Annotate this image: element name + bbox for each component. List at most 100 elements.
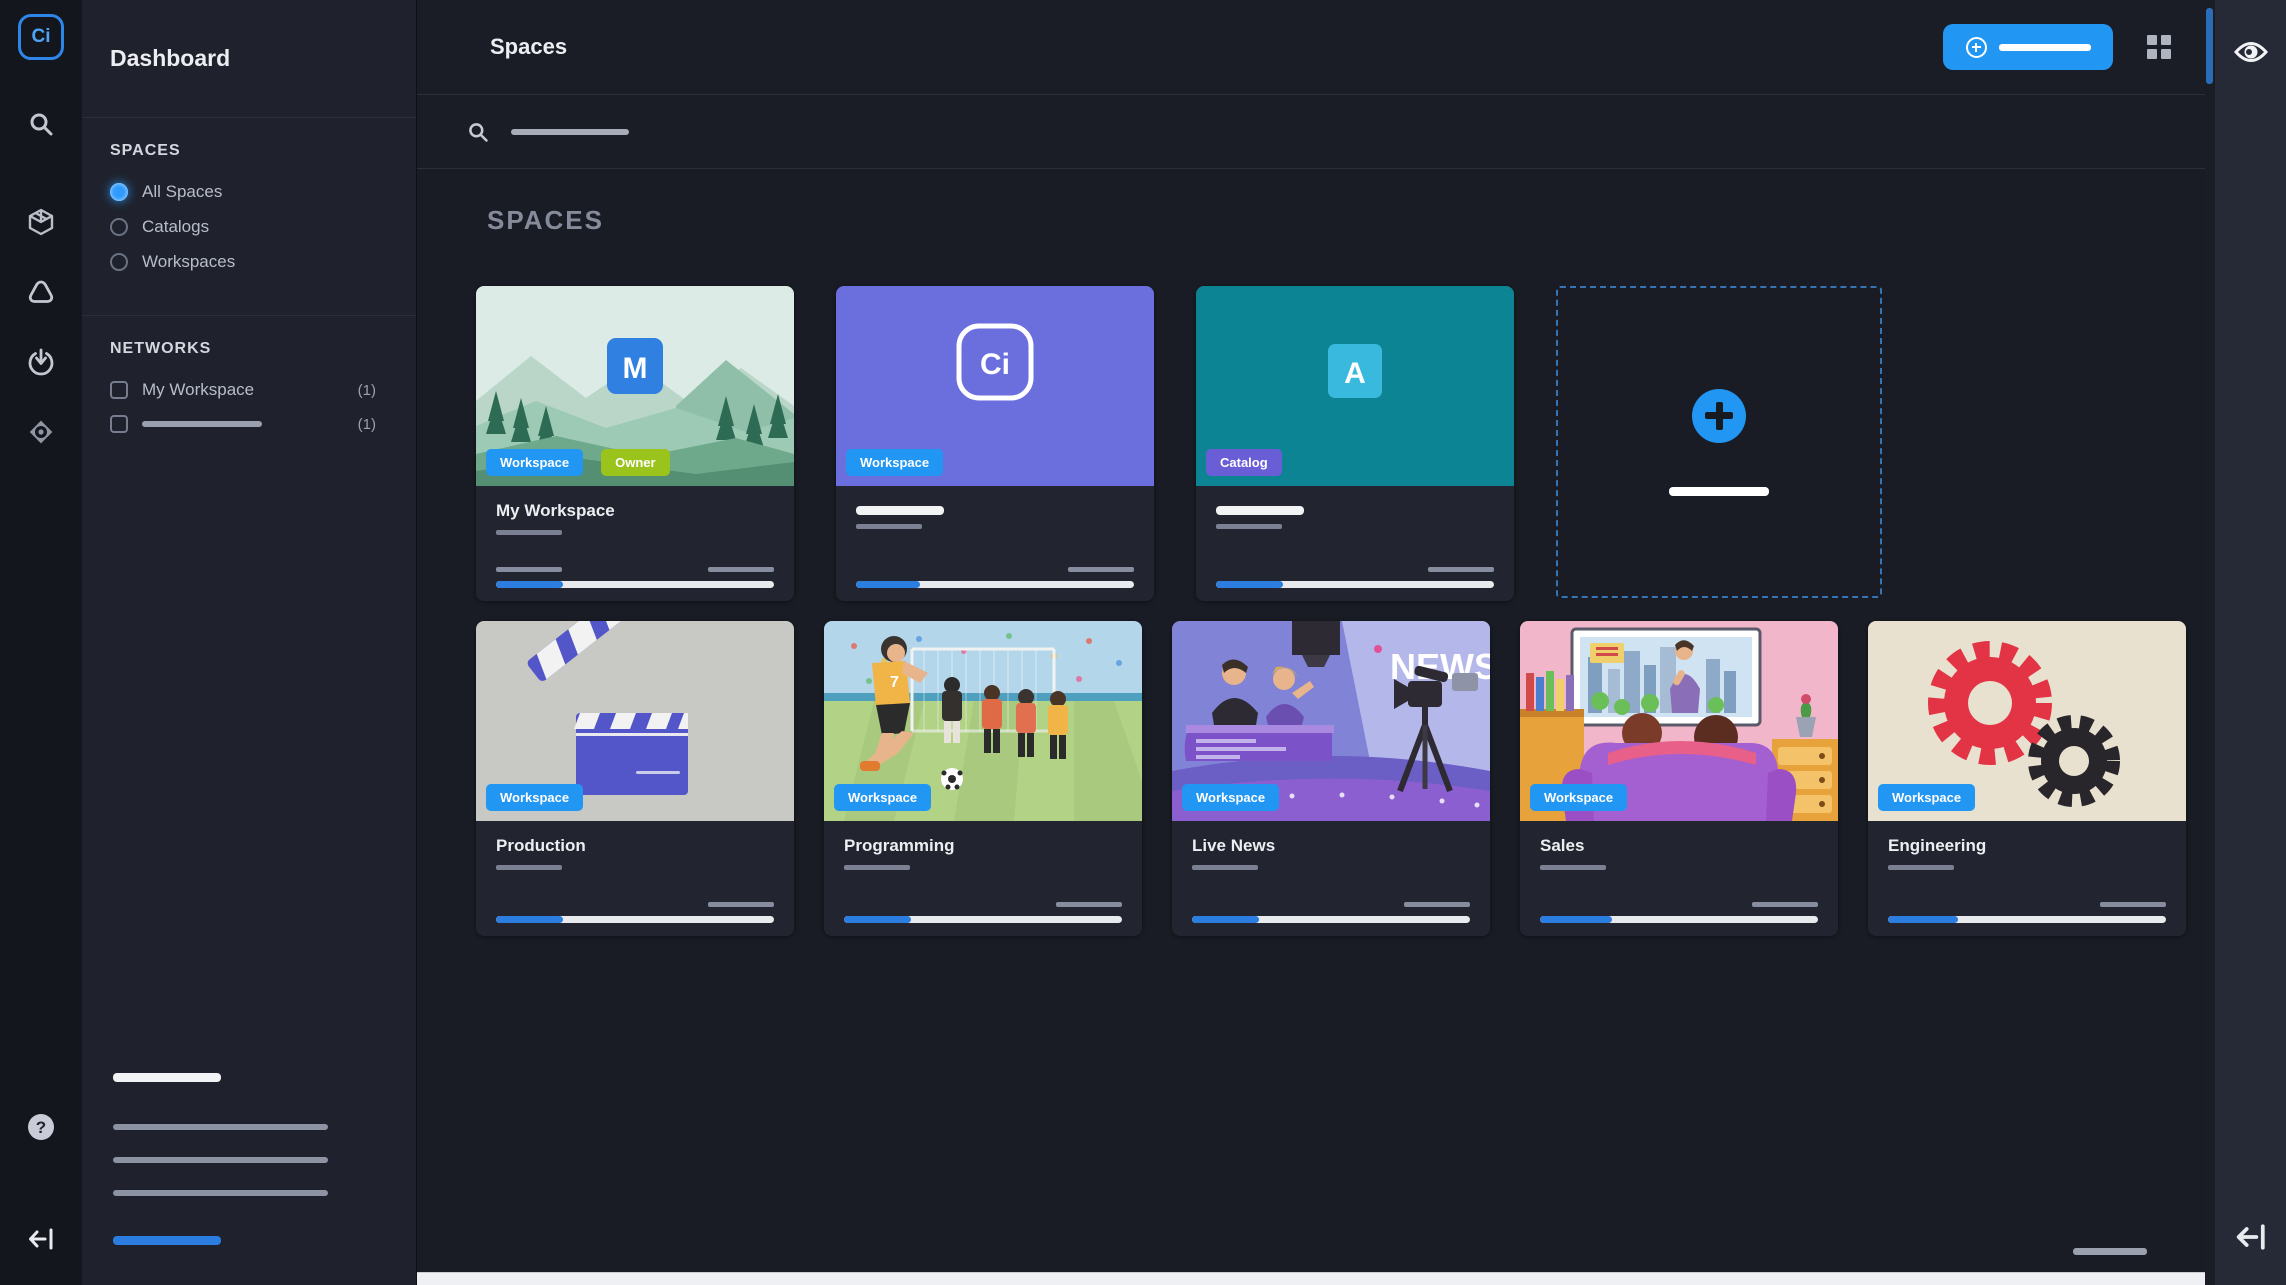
redacted-network-name xyxy=(142,421,262,427)
network-count: (1) xyxy=(358,382,376,399)
add-space-card[interactable] xyxy=(1556,286,1882,598)
preview-eye-icon[interactable] xyxy=(2231,32,2271,72)
redacted-subtitle-bar xyxy=(844,865,910,870)
sidebar-header: Dashboard xyxy=(82,0,416,118)
card-stats xyxy=(496,567,774,588)
card-stats xyxy=(844,902,1122,923)
card-art-mountain-landscape: M Workspace Owner xyxy=(476,286,794,486)
redacted-button-label xyxy=(1999,44,2091,51)
space-card-live-news[interactable]: NEWS xyxy=(1172,621,1490,936)
search-toolbar xyxy=(417,95,2205,169)
redacted-subtitle-bar xyxy=(1216,524,1282,529)
workspace-badge: Workspace xyxy=(486,784,583,811)
grid-view-icon[interactable] xyxy=(2147,35,2171,59)
help-icon[interactable]: ? xyxy=(21,1107,61,1147)
card-art-news-studio: NEWS xyxy=(1172,621,1490,821)
workspace-badge: Workspace xyxy=(1878,784,1975,811)
redacted-subtitle-bar xyxy=(1888,865,1954,870)
collapse-left-icon[interactable] xyxy=(2231,1217,2271,1257)
create-space-button[interactable] xyxy=(1943,24,2113,70)
scrollbar-thumb[interactable] xyxy=(2206,8,2213,84)
space-card-production[interactable]: Workspace Production xyxy=(476,621,794,936)
redacted-link-bar[interactable] xyxy=(113,1236,221,1245)
storage-progress-bar xyxy=(1216,581,1494,588)
redacted-meta-bar xyxy=(708,567,774,572)
radio-icon[interactable] xyxy=(110,218,128,236)
redacted-status-bar xyxy=(2073,1248,2147,1255)
redacted-meta-bar xyxy=(496,567,562,572)
ci-logo-text: Ci xyxy=(980,348,1010,381)
page-title: Dashboard xyxy=(110,45,230,72)
card-stats xyxy=(496,902,774,923)
sidebar-footer-redacted-block xyxy=(113,1073,383,1245)
space-card-programming[interactable]: 7 xyxy=(824,621,1142,936)
space-card-engineering[interactable]: Workspace Engineering xyxy=(1868,621,2186,936)
redacted-meta-bar xyxy=(1428,567,1494,572)
card-stats xyxy=(856,567,1134,588)
card-title: Production xyxy=(496,836,774,856)
radio-icon-selected[interactable] xyxy=(110,183,128,201)
search-icon xyxy=(467,121,489,143)
redacted-subtitle-bar xyxy=(496,865,562,870)
space-card-redacted-2[interactable]: A Catalog xyxy=(1196,286,1514,601)
header-actions xyxy=(1943,24,2171,70)
network-item-redacted[interactable]: (1) xyxy=(110,415,376,433)
card-title: Programming xyxy=(844,836,1122,856)
rounded-triangle-icon[interactable] xyxy=(21,272,61,312)
spaces-filter-label: SPACES xyxy=(110,142,376,160)
search-input[interactable] xyxy=(511,129,629,135)
redacted-meta-bar xyxy=(1056,902,1122,907)
space-card-sales[interactable]: Workspace Sales xyxy=(1520,621,1838,936)
owner-badge: Owner xyxy=(601,449,669,476)
workspace-badge: Workspace xyxy=(834,784,931,811)
card-stats xyxy=(1192,902,1470,923)
storage-progress-bar xyxy=(856,581,1134,588)
app-window: Ci ? Dashboard SP xyxy=(0,0,2286,1285)
target-diamond-icon[interactable] xyxy=(21,412,61,452)
network-item-my-workspace[interactable]: My Workspace (1) xyxy=(110,380,376,400)
app-logo[interactable]: Ci xyxy=(18,14,64,60)
catalog-badge: Catalog xyxy=(1206,449,1282,476)
radio-workspaces[interactable]: Workspaces xyxy=(110,252,376,272)
right-rail xyxy=(2215,0,2286,1285)
app-logo-text: Ci xyxy=(32,26,51,48)
redacted-meta-bar xyxy=(1068,567,1134,572)
collapse-left-icon[interactable] xyxy=(21,1219,61,1259)
card-row-1: M Workspace Owner My Workspace xyxy=(476,286,2205,601)
package-cube-icon[interactable] xyxy=(21,202,61,242)
search-icon[interactable] xyxy=(21,104,61,144)
card-title: Engineering xyxy=(1888,836,2166,856)
radio-icon[interactable] xyxy=(110,253,128,271)
card-art-letter-a: A Catalog xyxy=(1196,286,1514,486)
space-card-my-workspace[interactable]: M Workspace Owner My Workspace xyxy=(476,286,794,601)
networks-section: NETWORKS My Workspace (1) (1) xyxy=(82,316,416,476)
checkbox-icon[interactable] xyxy=(110,381,128,399)
content-area: SPACES xyxy=(417,169,2205,1230)
card-art-clapperboard: Workspace xyxy=(476,621,794,821)
plus-icon xyxy=(1692,389,1746,443)
space-card-redacted-1[interactable]: Ci Workspace xyxy=(836,286,1154,601)
redacted-title-bar xyxy=(1216,506,1304,515)
redacted-meta-bar xyxy=(708,902,774,907)
storage-progress-bar xyxy=(1888,916,2166,923)
radio-all-spaces[interactable]: All Spaces xyxy=(110,182,376,202)
redacted-title-bar xyxy=(856,506,944,515)
vertical-scrollbar[interactable] xyxy=(2205,0,2215,1285)
radio-catalogs[interactable]: Catalogs xyxy=(110,217,376,237)
card-stats xyxy=(1216,567,1494,588)
icon-rail: Ci ? xyxy=(0,0,82,1285)
spaces-filter-section: SPACES All Spaces Catalogs Workspaces xyxy=(82,118,416,316)
checkbox-icon[interactable] xyxy=(110,415,128,433)
power-download-icon[interactable] xyxy=(21,342,61,382)
main-title: Spaces xyxy=(490,34,567,60)
card-title: Sales xyxy=(1540,836,1818,856)
main-header: Spaces xyxy=(417,0,2205,95)
horizontal-scrollbar[interactable] xyxy=(417,1272,2205,1285)
storage-progress-bar xyxy=(496,916,774,923)
avatar-letter: M xyxy=(623,352,648,385)
sidebar: Dashboard SPACES All Spaces Catalogs Wor… xyxy=(82,0,417,1285)
workspace-badge: Workspace xyxy=(486,449,583,476)
plus-circle-icon xyxy=(1966,37,1987,58)
redacted-text-line xyxy=(113,1190,328,1196)
main-area: Spaces SPACES xyxy=(417,0,2205,1285)
